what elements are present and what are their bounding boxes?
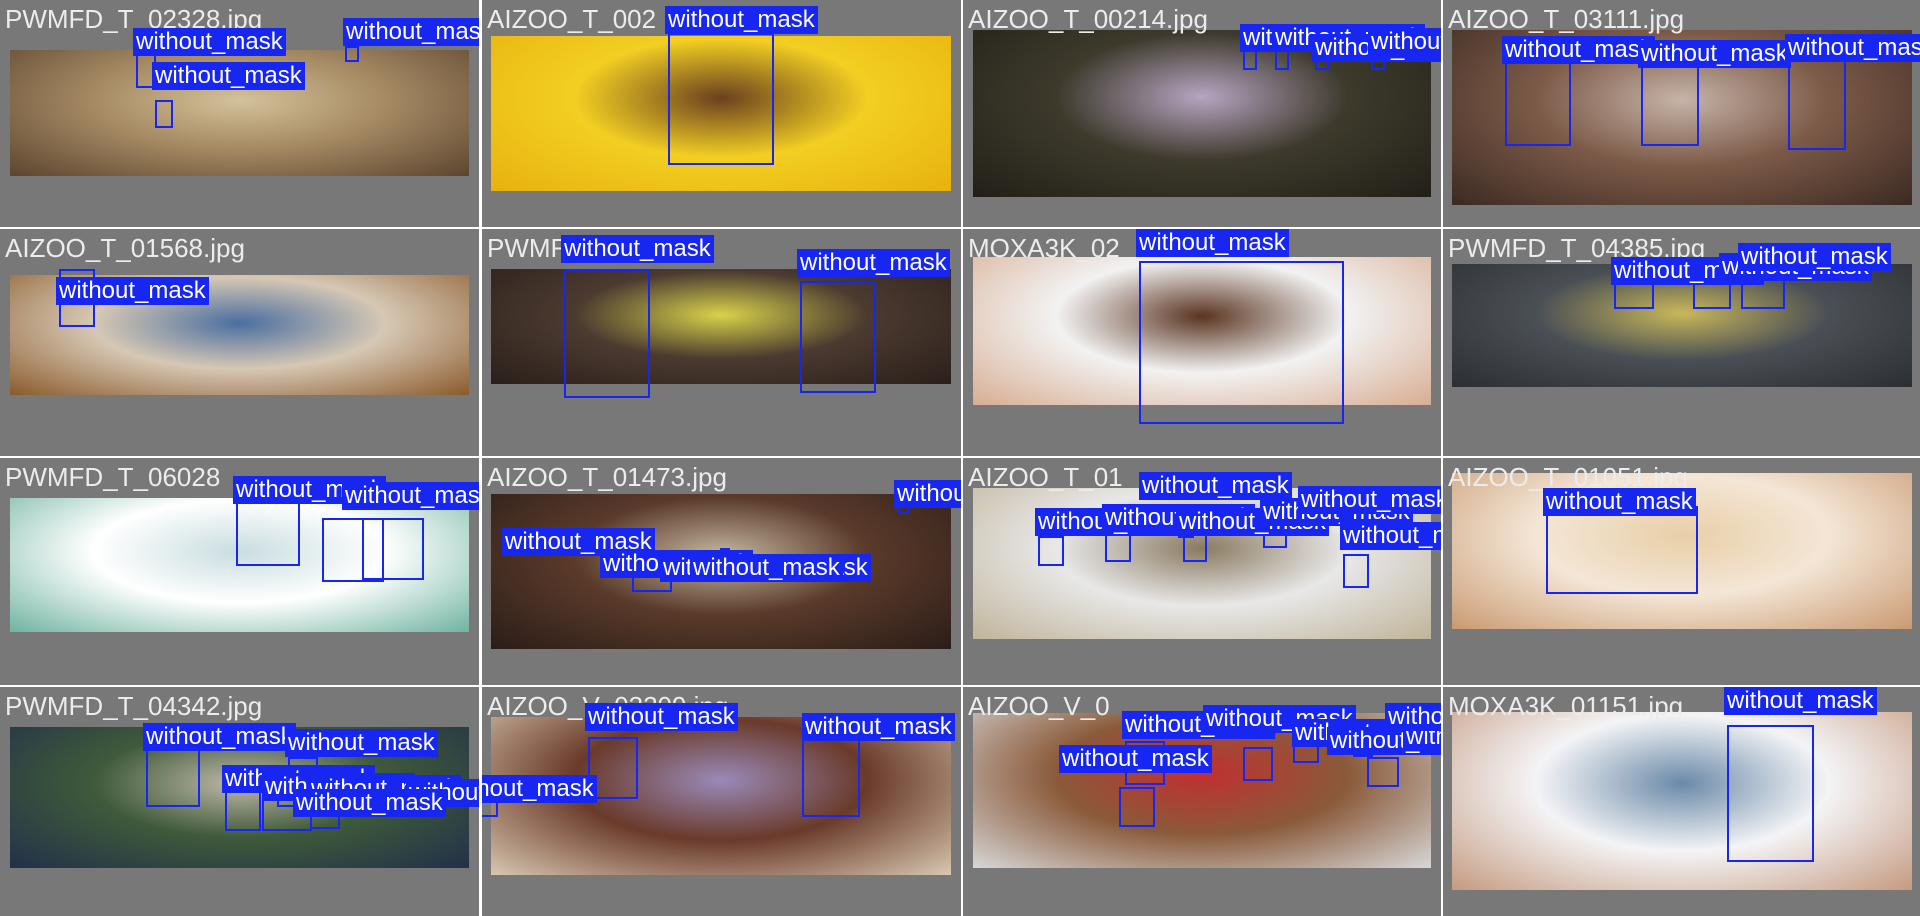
detection-label: without_mask bbox=[1785, 34, 1920, 62]
tile-filename: AIZOO_T_01 bbox=[968, 462, 1123, 492]
tile-filename: AIZOO_T_01568.jpg bbox=[5, 233, 245, 263]
detection-box bbox=[668, 33, 774, 165]
image-tile: AIZOO_T_002 without_mask bbox=[482, 0, 961, 227]
detection-box bbox=[1546, 506, 1698, 594]
detection-label: without_mask bbox=[143, 723, 296, 751]
tile-photo bbox=[1452, 712, 1912, 890]
image-tile: MOXA3K_01151.jpg without_mask bbox=[1443, 687, 1920, 916]
detection-label: without_mask bbox=[133, 28, 286, 56]
detection-box bbox=[1243, 50, 1257, 70]
image-tile: PWMFD_T_02328.jpg without_mask without_mas… bbox=[0, 0, 479, 227]
detection-label: without_mask bbox=[1059, 745, 1212, 773]
detection-label: without_mask bbox=[1738, 243, 1891, 271]
detection-box bbox=[225, 791, 261, 831]
detection-box bbox=[1505, 60, 1571, 146]
tile-filename: AIZOO_V_0 bbox=[968, 691, 1110, 721]
detection-box bbox=[1119, 787, 1155, 827]
tile-filename: PWMFD_T_04342.jpg bbox=[5, 691, 263, 721]
detection-box bbox=[1275, 50, 1289, 70]
detection-label: without_mask bbox=[690, 554, 843, 582]
detection-label: without_mask bbox=[1340, 522, 1441, 550]
detection-box bbox=[1243, 747, 1273, 781]
detection-box bbox=[1367, 757, 1399, 787]
detection-label: without_mask bbox=[482, 775, 597, 803]
detection-box bbox=[1727, 725, 1814, 862]
image-tile: AIZOO_T_01568.jpg without_mask bbox=[0, 229, 479, 456]
image-tile: AIZOO_T_01051.jpg without_mask bbox=[1443, 458, 1920, 685]
detection-label: without_mask bbox=[293, 789, 446, 817]
tile-filename: MOXA3K_02 bbox=[968, 233, 1120, 263]
detection-label: without_mask bbox=[1543, 488, 1696, 516]
detection-label: without_mask bbox=[894, 480, 961, 508]
detection-label: without_mask bbox=[1724, 687, 1877, 715]
detection-box bbox=[802, 737, 860, 817]
detection-label: without_mask bbox=[665, 6, 818, 34]
image-tile: AIZOO_T_01473.jpg without_mask without_mas… bbox=[482, 458, 961, 685]
detection-label: without_mask bbox=[802, 713, 955, 741]
tile-filename: PWMFD_T_06028 bbox=[5, 462, 221, 492]
image-tile: PWMFD_T_04385.jpg without_mask without_mas… bbox=[1443, 229, 1920, 456]
detection-label: without_mask bbox=[56, 277, 209, 305]
detection-box bbox=[1139, 261, 1344, 424]
detection-box bbox=[155, 100, 173, 128]
image-tile: AIZOO_T_00214.jpgwithout_maskwithout_mas… bbox=[963, 0, 1441, 227]
tile-filename: AIZOO_T_01473.jpg bbox=[487, 462, 727, 492]
tile-filename: AIZOO_T_00214.jpg bbox=[968, 4, 1208, 34]
detection-label: without_mask bbox=[1136, 229, 1289, 257]
detection-label: without_mask bbox=[342, 482, 479, 510]
detection-box bbox=[362, 518, 424, 580]
image-tile: AIZOO_V_0 without_mask without_mask without… bbox=[963, 687, 1441, 916]
tile-filename: MOXA3K_01151.jpg bbox=[1448, 691, 1684, 721]
detection-box bbox=[1641, 60, 1699, 146]
detection-label: without_mask bbox=[561, 235, 714, 263]
detection-label: without_mask bbox=[1298, 486, 1441, 514]
detection-box bbox=[1343, 554, 1369, 588]
detection-label: without_mask bbox=[585, 703, 738, 731]
detection-label: without_mask bbox=[152, 62, 305, 90]
image-tile: PWMFD_T_04342.jpg without_mask without_mas… bbox=[0, 687, 479, 916]
image-tile: AIZOO_T_01 without_mask without_mask withou… bbox=[963, 458, 1441, 685]
detection-mosaic: PWMFD_T_02328.jpg without_mask without_mas… bbox=[0, 0, 1920, 916]
detection-label: without_mask bbox=[1502, 36, 1655, 64]
tile-filename: AIZOO_T_002 bbox=[487, 4, 657, 34]
detection-label: without_mask bbox=[1368, 28, 1441, 56]
detection-box bbox=[1788, 60, 1846, 150]
tile-filename: AIZOO_T_03111.jpg bbox=[1448, 4, 1685, 34]
detection-box bbox=[800, 281, 876, 393]
detection-box bbox=[345, 46, 359, 62]
image-tile: PWMF without_mask without_mask bbox=[482, 229, 961, 456]
detection-label: without_mask bbox=[285, 729, 438, 757]
image-tile: AIZOO_V_03209.jpgwithout_maskwithout_mas… bbox=[482, 687, 961, 916]
detection-box bbox=[564, 269, 650, 398]
detection-label: without_mask bbox=[343, 18, 479, 46]
detection-label: without_mask bbox=[1638, 40, 1791, 68]
image-tile: MOXA3K_02 without_mask bbox=[963, 229, 1441, 456]
detection-label: without_mask bbox=[1385, 703, 1441, 731]
detection-label: without_mask bbox=[1139, 472, 1292, 500]
tile-filename: PWMF bbox=[487, 233, 567, 263]
detection-box bbox=[146, 743, 200, 807]
detection-label: without_mask bbox=[797, 249, 950, 277]
image-tile: AIZOO_T_03111.jpg without_mask without_mas… bbox=[1443, 0, 1920, 227]
detection-box bbox=[236, 502, 300, 566]
image-tile: PWMFD_T_06028without_maskwithout_maskwit… bbox=[0, 458, 479, 685]
tile-photo bbox=[491, 269, 951, 384]
detection-box bbox=[1105, 532, 1131, 562]
detection-box bbox=[1038, 536, 1064, 566]
